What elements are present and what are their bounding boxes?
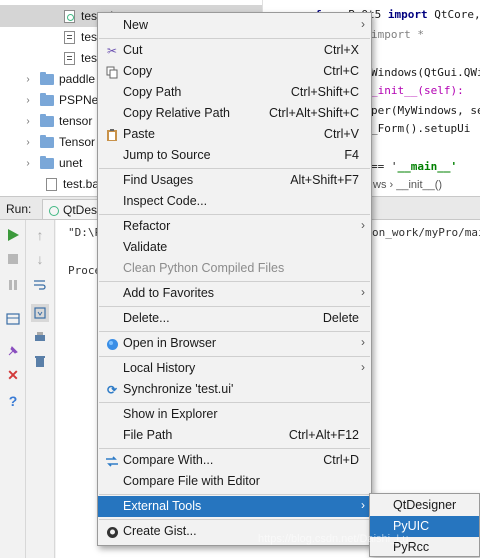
close-icon[interactable]: ✕ — [4, 366, 22, 384]
menu-item-cut[interactable]: ✂ Cut Ctrl+X — [98, 40, 371, 61]
chevron-right-icon: › — [361, 218, 365, 232]
menu-item-open-in-browser[interactable]: Open in Browser › — [98, 333, 371, 354]
soft-wrap-icon[interactable] — [31, 276, 49, 294]
up-arrow-icon[interactable]: ↑ — [31, 226, 49, 244]
menu-item-paste[interactable]: Paste Ctrl+V — [98, 124, 371, 145]
python-file-icon — [64, 30, 75, 44]
code-line: _init__(self): — [371, 84, 464, 97]
folder-icon — [40, 155, 54, 169]
menu-item-add-to-favorites[interactable]: Add to Favorites › — [98, 283, 371, 304]
help-icon[interactable]: ? — [4, 392, 22, 410]
menu-item-find-usages[interactable]: Find Usages Alt+Shift+F7 — [98, 170, 371, 191]
folder-icon — [40, 113, 54, 127]
folder-icon — [40, 71, 54, 85]
github-icon — [104, 524, 120, 540]
compare-icon — [104, 453, 120, 469]
submenu-item-qtdesigner[interactable]: QtDesigner — [370, 495, 479, 516]
folder-icon — [40, 92, 54, 106]
menu-separator — [99, 331, 370, 332]
file-icon — [46, 177, 57, 191]
menu-item-synchronize[interactable]: ⟳ Synchronize 'test.ui' — [98, 379, 371, 400]
scissors-icon: ✂ — [106, 44, 118, 58]
menu-item-validate[interactable]: Validate — [98, 237, 371, 258]
folder-icon — [40, 134, 54, 148]
menu-separator — [99, 402, 370, 403]
external-tools-submenu: QtDesigner PyUIC PyRcc — [369, 493, 480, 557]
console-line: on_work/myPro/main. — [372, 226, 480, 239]
chevron-right-icon[interactable]: › — [22, 95, 34, 106]
menu-separator — [99, 306, 370, 307]
stop-icon[interactable] — [4, 250, 22, 268]
pause-icon[interactable] — [4, 276, 22, 294]
scroll-to-end-icon[interactable] — [31, 304, 49, 322]
menu-item-external-tools[interactable]: External Tools › — [98, 496, 371, 517]
print-icon[interactable] — [31, 328, 49, 346]
run-icon[interactable] — [4, 226, 22, 244]
clipboard-icon — [104, 127, 120, 143]
ui-file-icon — [64, 9, 75, 23]
code-line: import * — [371, 28, 424, 41]
refresh-icon: ⟳ — [106, 383, 118, 397]
menu-separator — [99, 214, 370, 215]
menu-separator — [99, 448, 370, 449]
chevron-right-icon: › — [361, 335, 365, 349]
menu-item-delete[interactable]: Delete... Delete — [98, 308, 371, 329]
menu-item-file-path[interactable]: File Path Ctrl+Alt+F12 — [98, 425, 371, 446]
menu-item-local-history[interactable]: Local History › — [98, 358, 371, 379]
menu-separator — [99, 168, 370, 169]
layout-icon[interactable] — [4, 310, 22, 328]
down-arrow-icon[interactable]: ↓ — [31, 250, 49, 268]
run-label: Run: — [6, 202, 32, 216]
menu-separator — [99, 519, 370, 520]
menu-item-refactor[interactable]: Refactor › — [98, 216, 371, 237]
run-toolbar-secondary: ↑ ↓ — [27, 220, 55, 558]
menu-item-compare-with[interactable]: Compare With... Ctrl+D — [98, 450, 371, 471]
trash-icon[interactable] — [31, 352, 49, 370]
run-toolbar: ✕ ? — [0, 220, 26, 558]
chevron-right-icon: › — [361, 360, 365, 374]
code-line: per(MyWindows, self — [371, 104, 480, 117]
menu-item-copy[interactable]: Copy Ctrl+C — [98, 61, 371, 82]
chevron-right-icon[interactable]: › — [22, 74, 34, 85]
chevron-right-icon[interactable]: › — [22, 158, 34, 169]
menu-item-jump-to-source[interactable]: Jump to Source F4 — [98, 145, 371, 166]
code-line: == '__main__' — [371, 160, 458, 173]
menu-item-copy-relative-path[interactable]: Copy Relative Path Ctrl+Alt+Shift+C — [98, 103, 371, 124]
code-line: _Form().setupUi — [371, 122, 471, 135]
menu-separator — [99, 494, 370, 495]
breadcrumb[interactable]: ws › __init__() — [373, 179, 442, 191]
menu-item-inspect-code[interactable]: Inspect Code... — [98, 191, 371, 212]
watermark: https://blog.csdn.net/Daishi_Lu — [258, 533, 409, 545]
menu-item-clean-python-compiled-files: Clean Python Compiled Files — [123, 261, 285, 275]
chevron-right-icon: › — [361, 285, 365, 299]
menu-separator — [99, 356, 370, 357]
code-line: Windows(QtGui.QWi — [371, 66, 480, 79]
menu-item-new[interactable]: New › — [98, 15, 371, 36]
chevron-right-icon[interactable]: › — [22, 137, 34, 148]
chevron-right-icon: › — [361, 498, 365, 512]
python-file-icon — [64, 51, 75, 65]
globe-icon — [104, 336, 120, 352]
pin-icon[interactable] — [4, 342, 22, 360]
menu-item-copy-path[interactable]: Copy Path Ctrl+Shift+C — [98, 82, 371, 103]
menu-item-show-in-explorer[interactable]: Show in Explorer — [98, 404, 371, 425]
menu-separator — [99, 281, 370, 282]
chevron-right-icon[interactable]: › — [22, 116, 34, 127]
context-menu: New › ✂ Cut Ctrl+X Copy Ctrl+C Copy Path… — [97, 12, 372, 546]
chevron-right-icon: › — [361, 17, 365, 31]
menu-separator — [99, 38, 370, 39]
copy-icon — [104, 64, 120, 80]
menu-item-compare-file-with-editor[interactable]: Compare File with Editor — [98, 471, 371, 492]
